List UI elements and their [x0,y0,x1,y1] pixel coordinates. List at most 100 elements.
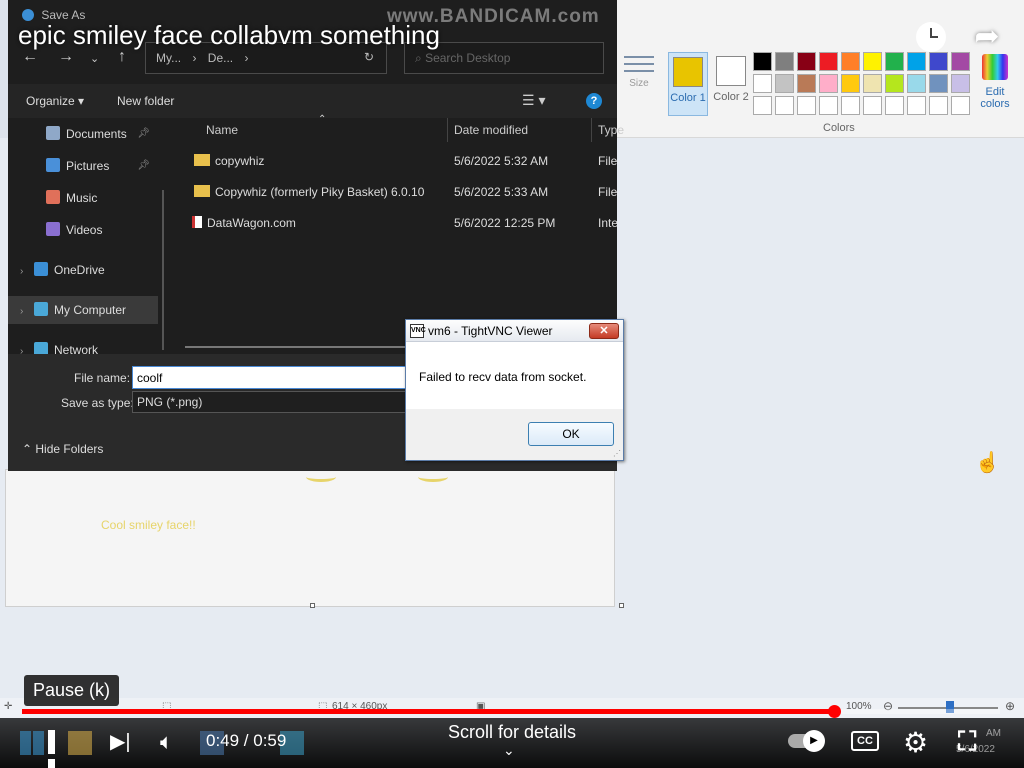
pause-icon[interactable] [48,730,70,768]
palette-swatch[interactable] [753,52,772,71]
captions-icon[interactable]: CC [851,731,879,751]
palette-swatch[interactable] [775,74,794,93]
column-separator[interactable] [447,118,448,142]
nav-pane-scrollbar[interactable] [162,190,164,350]
cursor-position-icon: ✛ [4,701,13,712]
progress-scrubber[interactable] [827,705,841,718]
video-title[interactable]: epic smiley face collabvm something [18,20,440,51]
palette-swatch[interactable] [951,52,970,71]
new-folder-button[interactable]: New folder [117,94,174,108]
palette-swatch[interactable] [797,96,816,115]
breadcrumb-desktop[interactable]: De... [208,51,233,65]
file-list-scrollbar[interactable] [185,346,415,348]
pin-icon: 📌︎ [137,128,150,139]
navigation-pane: Documents 📌︎ Pictures 📌︎ Music Videos › OneDriv… [8,118,163,357]
palette-swatch[interactable] [797,52,816,71]
palette-swatch[interactable] [907,52,926,71]
file-row[interactable]: Copywhiz (formerly Piky Basket) 6.0.10 5/… [172,178,617,206]
hide-folders-button[interactable]: ⌃ Hide Folders [22,442,103,456]
file-name-input[interactable] [132,366,422,389]
zoom-in-icon[interactable]: ⊕ [1005,699,1015,713]
palette-swatch[interactable] [841,74,860,93]
resize-grip-icon[interactable]: ⋰ [613,449,621,458]
color-wheel-icon [982,54,1008,80]
next-video-icon[interactable]: ▶| [110,731,131,753]
canvas-text: Cool smiley face!! [101,518,196,532]
watch-later-icon[interactable] [914,20,948,54]
vnc-message: Failed to recv data from socket. [406,342,623,409]
colors-group-label: Colors [823,122,855,134]
organize-button[interactable]: Organize ▾ [26,94,84,108]
palette-swatch[interactable] [863,96,882,115]
palette-swatch[interactable] [907,96,926,115]
column-name-header[interactable]: Name [206,123,238,137]
file-date: 5/6/2022 12:25 PM [454,216,556,230]
sidebar-item-my-computer[interactable]: › My Computer [8,296,158,324]
sidebar-item-onedrive[interactable]: › OneDrive [8,256,158,284]
palette-swatch[interactable] [797,74,816,93]
sidebar-item-videos[interactable]: Videos [8,216,158,244]
refresh-icon[interactable]: ↻ [364,50,374,64]
resize-handle-bottom[interactable] [310,603,315,608]
chevron-down-icon[interactable]: ⌄ [503,742,515,759]
share-icon[interactable]: ➦ [970,20,1004,54]
palette-swatch[interactable] [951,74,970,93]
palette-swatch[interactable] [819,52,838,71]
recent-dropdown-icon[interactable]: ⌄ [90,52,99,65]
palette-swatch[interactable] [885,96,904,115]
palette-swatch[interactable] [951,96,970,115]
progress-played [22,709,834,714]
column-date-header[interactable]: Date modified [454,123,528,137]
column-type-header[interactable]: Type [598,123,624,137]
ok-button[interactable]: OK [528,422,614,446]
autoplay-toggle[interactable] [788,730,825,752]
color1-button[interactable]: Color 1 [668,52,708,116]
palette-swatch[interactable] [753,96,772,115]
expand-chevron-icon[interactable]: › [20,258,34,286]
paint-canvas[interactable]: Cool smiley face!! [6,470,614,606]
file-name: Copywhiz (formerly Piky Basket) 6.0.10 [215,185,425,199]
palette-swatch[interactable] [863,74,882,93]
palette-swatch[interactable] [753,74,772,93]
edit-colors-button[interactable]: Edit colors [975,54,1015,110]
breadcrumb-my-computer[interactable]: My... [156,51,181,65]
volume-icon[interactable]: 🔈︎ [160,729,173,755]
view-options-icon[interactable]: ☰ ▾ [522,92,545,109]
palette-swatch[interactable] [775,96,794,115]
palette-swatch[interactable] [885,74,904,93]
sidebar-item-documents[interactable]: Documents 📌︎ [8,120,158,148]
file-row[interactable]: copywhiz 5/6/2022 5:32 AM File fo [172,147,617,175]
resize-handle-corner[interactable] [619,603,624,608]
palette-swatch[interactable] [775,52,794,71]
palette-swatch[interactable] [841,52,860,71]
gear-icon[interactable]: ⚙ [903,726,928,759]
palette-swatch[interactable] [863,52,882,71]
scroll-for-details[interactable]: Scroll for details [445,722,579,743]
sidebar-item-label: Documents [66,127,127,141]
palette-swatch[interactable] [929,96,948,115]
palette-swatch[interactable] [885,52,904,71]
sidebar-item-music[interactable]: Music [8,184,158,212]
sidebar-item-pictures[interactable]: Pictures 📌︎ [8,152,158,180]
color1-label: Color 1 [670,92,706,104]
help-icon[interactable]: ? [586,93,602,109]
close-icon[interactable]: ✕ [589,323,619,339]
palette-swatch[interactable] [841,96,860,115]
hand-cursor-icon: ☝ [975,452,1000,474]
size-button[interactable]: Size [620,48,658,89]
my-computer-icon [34,302,48,316]
palette-swatch[interactable] [929,74,948,93]
video-time: 0:49 / 0:59 [206,731,287,750]
chevron-up-icon: ⌃ [22,442,36,456]
size-icon [624,56,654,72]
expand-chevron-icon[interactable]: › [20,298,34,326]
palette-swatch[interactable] [907,74,926,93]
palette-swatch[interactable] [819,74,838,93]
breadcrumb-separator-icon: › [244,51,249,65]
palette-swatch[interactable] [819,96,838,115]
column-separator[interactable] [591,118,592,142]
file-row[interactable]: DataWagon.com 5/6/2022 12:25 PM Intern [172,209,617,237]
save-type-select[interactable]: PNG (*.png) [132,391,422,413]
palette-swatch[interactable] [929,52,948,71]
color2-button[interactable]: Color 2 [711,52,751,116]
